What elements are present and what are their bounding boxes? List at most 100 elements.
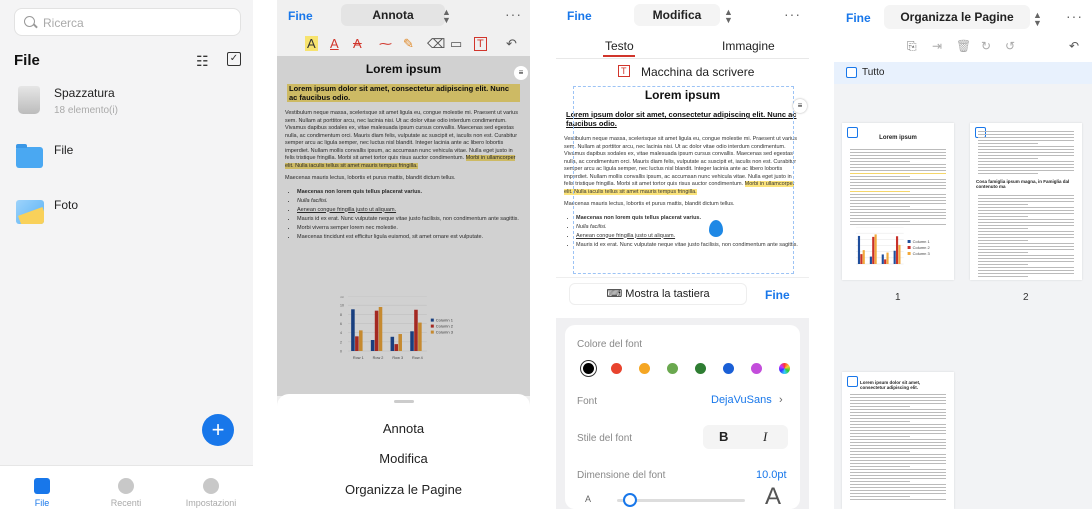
item-label: File (54, 143, 74, 157)
mode-selector[interactable]: Annota (341, 4, 445, 26)
done-button[interactable]: Fine (846, 11, 871, 25)
color-swatch[interactable] (723, 363, 734, 374)
text-line (978, 249, 1074, 251)
tab-image[interactable]: Immagine (722, 39, 775, 53)
eraser-icon[interactable]: ⌫ (427, 36, 445, 52)
mode-selector[interactable]: Organizza le Pagine (884, 5, 1030, 29)
list-item-photos[interactable]: Foto (16, 198, 246, 238)
color-swatch[interactable] (779, 363, 790, 374)
tab-settings[interactable]: Impostazioni (169, 466, 253, 508)
show-keyboard-label: Mostra la tastiera (625, 288, 710, 300)
page-number: 2 (1023, 292, 1029, 303)
rotate-left-icon[interactable]: ↺ (1005, 39, 1015, 53)
highlight-icon[interactable]: A (305, 36, 318, 51)
tab-text[interactable]: Testo (605, 39, 634, 53)
color-swatch[interactable] (611, 363, 622, 374)
option-annotate[interactable]: Annota (277, 421, 530, 436)
color-swatch[interactable] (639, 363, 650, 374)
list-item-trash[interactable]: Spazzatura 18 elemento(i) (16, 86, 246, 126)
keyboard-bar: ⌨ Mostra la tastiera Fine (556, 278, 809, 318)
more-icon[interactable]: ··· (505, 6, 522, 22)
font-size-slider-knob[interactable] (622, 493, 637, 507)
text-line (850, 445, 946, 447)
italic-button[interactable]: I (763, 429, 767, 445)
text-cursor-handle[interactable] (709, 220, 723, 237)
squiggly-icon[interactable]: ⁓ (379, 36, 392, 52)
color-swatch[interactable] (751, 363, 762, 374)
text-line (850, 493, 946, 495)
modal-overlay[interactable] (277, 56, 530, 396)
text-line (978, 149, 1074, 151)
select-all-checkbox[interactable] (846, 67, 857, 78)
mode-selector[interactable]: Modifica (634, 4, 720, 26)
done-button[interactable]: Fine (288, 9, 313, 23)
undo-icon[interactable]: ↶ (506, 36, 517, 52)
tab-recent[interactable]: Recenti (84, 466, 168, 508)
sheet-handle[interactable] (394, 400, 414, 403)
rotate-right-icon[interactable]: ↻ (981, 39, 991, 53)
page-number: 1 (895, 292, 901, 303)
page-thumbnail-2[interactable]: Cosa famiglia ipsum magna, in Famiglia d… (970, 123, 1082, 280)
mode-chevron-icon[interactable]: ▲ ▼ (1033, 11, 1042, 28)
option-edit[interactable]: Modifica (277, 451, 530, 466)
bold-button[interactable]: B (719, 429, 728, 444)
selection-box[interactable] (573, 86, 794, 274)
color-swatch[interactable] (583, 363, 594, 374)
more-icon[interactable]: ··· (1066, 8, 1083, 24)
text-line (978, 240, 1028, 242)
more-icon[interactable]: ··· (784, 6, 801, 22)
page-thumbnail-3[interactable]: Lorem ipsum dolor sit amet, consectetur … (842, 372, 954, 509)
select-all-row[interactable]: Tutto (834, 62, 1092, 84)
text-line (978, 222, 1074, 224)
undo-icon[interactable]: ↶ (1069, 39, 1079, 53)
page-thumbnail-1[interactable]: Lorem ipsum Column 1 Column 2 Column 3 (842, 123, 954, 280)
top-bar: Fine Modifica ▲ ▼ ··· (556, 0, 809, 32)
text-line (978, 195, 1074, 197)
keyboard-done-button[interactable]: Fine (765, 288, 790, 302)
strikethrough-icon[interactable]: A (353, 36, 362, 51)
menu-icon[interactable]: ≡ (514, 66, 528, 80)
font-size-label: Dimensione del font (577, 470, 666, 481)
pencil-icon[interactable]: ✎ (403, 36, 414, 52)
extract-page-icon[interactable]: ⇥ (932, 39, 942, 53)
search-input[interactable]: Ricerca (14, 8, 241, 36)
text-line (978, 267, 1074, 269)
textbox-icon[interactable]: T (474, 37, 487, 51)
select-checkbox-icon[interactable]: ✓ (227, 52, 241, 66)
color-swatch[interactable] (695, 363, 706, 374)
font-value[interactable]: DejaVuSans (711, 394, 772, 406)
option-organize[interactable]: Organizza le Pagine (277, 482, 530, 497)
tab-files[interactable]: File (0, 466, 84, 508)
text-line (850, 436, 910, 438)
insert-page-icon[interactable]: ⎘ (907, 39, 917, 54)
bar (895, 236, 899, 264)
font-style-toggle: B I (703, 425, 788, 449)
typewriter-label[interactable]: Macchina da scrivere (641, 65, 754, 79)
text-line (978, 243, 1074, 245)
text-line (850, 200, 946, 202)
mode-action-sheet: Annota Modifica Organizza le Pagine (277, 394, 530, 509)
folder-tab-icon (34, 478, 50, 494)
list-view-icon[interactable]: ☷ (196, 54, 209, 68)
bar (881, 254, 884, 264)
mode-chevron-icon[interactable]: ▲ ▼ (442, 8, 451, 25)
color-swatch[interactable] (667, 363, 678, 374)
underline-icon[interactable]: A (330, 36, 339, 51)
typewriter-icon[interactable]: T (618, 65, 630, 77)
chevron-right-icon[interactable]: › (779, 394, 783, 406)
show-keyboard-button[interactable]: ⌨ Mostra la tastiera (569, 283, 747, 305)
add-button[interactable]: + (202, 414, 234, 446)
text-line (850, 161, 910, 163)
mode-chevron-icon[interactable]: ▲ ▼ (724, 8, 733, 25)
thumb-chart: Column 1 Column 2 Column 3 (854, 226, 934, 267)
menu-icon[interactable]: ≡ (793, 99, 807, 113)
list-item-file[interactable]: File (16, 143, 246, 183)
done-button[interactable]: Fine (567, 9, 592, 23)
text-line (850, 397, 946, 399)
comment-icon[interactable]: ▭ (450, 36, 462, 52)
text-line (850, 215, 946, 217)
delete-icon[interactable]: 🗑 (956, 39, 971, 53)
folder-icon (16, 144, 43, 168)
page-checkbox[interactable] (847, 376, 858, 387)
text-line (978, 158, 1038, 160)
